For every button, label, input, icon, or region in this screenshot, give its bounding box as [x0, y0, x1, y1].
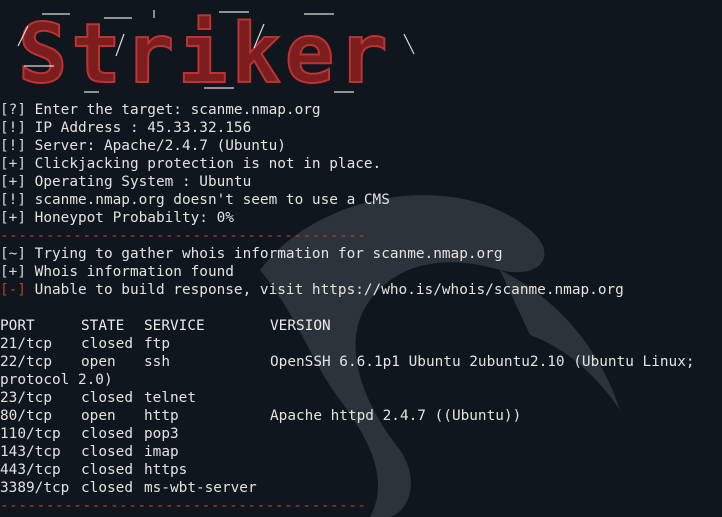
- service-cell: imap: [144, 444, 179, 460]
- error-tag: [-]: [0, 282, 26, 298]
- success-tag: [+]: [0, 264, 26, 280]
- line-text: Trying to gather whois information for s…: [26, 246, 503, 262]
- prompt-tag: [?]: [0, 102, 26, 118]
- line-text: Unable to build response, visit https://…: [26, 282, 624, 298]
- progress-tag: [~]: [0, 246, 26, 262]
- line-text: Operating System : Ubuntu: [26, 174, 252, 190]
- output-line: [+] Operating System : Ubuntu: [0, 173, 722, 191]
- table-row-continuation: protocol 2.0): [0, 372, 113, 388]
- striker-ascii-logo-icon: Striker: [17, 6, 415, 103]
- state-cell: closed: [81, 336, 133, 352]
- output-line: [?] Enter the target: scanme.nmap.org: [0, 101, 722, 119]
- table-row: 110/tcp closed pop3: [0, 425, 722, 443]
- state-cell: closed: [81, 390, 133, 406]
- table-row: 143/tcp closed imap: [0, 443, 722, 461]
- info-tag: [!]: [0, 138, 26, 154]
- output-line: [+] Whois information found: [0, 263, 722, 281]
- version-cell: OpenSSH 6.6.1p1 Ubuntu 2ubuntu2.10 (Ubun…: [270, 354, 695, 370]
- line-text: IP Address : 45.33.32.156: [26, 120, 252, 136]
- output-line: [~] Trying to gather whois information f…: [0, 245, 722, 263]
- header-version: VERSION: [270, 318, 331, 334]
- port-cell: 143/tcp: [0, 444, 61, 460]
- service-cell: telnet: [144, 390, 196, 406]
- service-cell: pop3: [144, 426, 179, 442]
- table-row: 3389/tcp closed ms-wbt-server: [0, 479, 722, 497]
- line-text: Honeypot Probabilty: 0%: [26, 210, 234, 226]
- output-line: [!] IP Address : 45.33.32.156: [0, 119, 722, 137]
- port-table: PORT STATE SERVICE VERSION 21/tcp closed ftp …: [0, 317, 722, 497]
- output-line: [!] scanme.nmap.org doesn't seem to use …: [0, 191, 722, 209]
- service-cell: http: [144, 408, 179, 424]
- table-row: 22/tcp open ssh OpenSSH 6.6.1p1 Ubuntu 2ubu…: [0, 353, 722, 371]
- output-line: [+] Honeypot Probabilty: 0%: [0, 209, 722, 227]
- line-text: Clickjacking protection is not in place.: [26, 156, 382, 172]
- whois-section: [~] Trying to gather whois information f…: [0, 245, 722, 299]
- port-cell: 3389/tcp: [0, 480, 70, 496]
- striker-logo: Striker: [4, 4, 434, 104]
- table-row: 80/tcp open http Apache httpd 2.4.7 ((Ubunt…: [0, 407, 722, 425]
- header-state: STATE: [81, 318, 125, 334]
- intro-section: [?] Enter the target: scanme.nmap.org [!…: [0, 101, 722, 227]
- state-cell: closed: [81, 462, 133, 478]
- port-table-header: PORT STATE SERVICE VERSION: [0, 317, 722, 335]
- version-cell: Apache httpd 2.4.7 ((Ubuntu)): [270, 408, 522, 424]
- success-tag: [+]: [0, 156, 26, 172]
- state-cell: open: [81, 354, 116, 370]
- port-cell: 21/tcp: [0, 336, 52, 352]
- port-cell: 22/tcp: [0, 354, 52, 370]
- service-cell: ftp: [144, 336, 170, 352]
- header-service: SERVICE: [144, 318, 205, 334]
- state-cell: closed: [81, 426, 133, 442]
- info-tag: [!]: [0, 192, 26, 208]
- service-cell: ms-wbt-server: [144, 480, 257, 496]
- output-line: [-] Unable to build response, visit http…: [0, 281, 722, 299]
- line-text: Enter the target: scanme.nmap.org: [26, 102, 321, 118]
- state-cell: closed: [81, 444, 133, 460]
- service-cell: ssh: [144, 354, 170, 370]
- table-row: 443/tcp closed https: [0, 461, 722, 479]
- port-cell: 23/tcp: [0, 390, 52, 406]
- port-cell: 110/tcp: [0, 426, 61, 442]
- service-cell: https: [144, 462, 188, 478]
- info-tag: [!]: [0, 120, 26, 136]
- terminal-output: [?] Enter the target: scanme.nmap.org [!…: [0, 101, 722, 515]
- separator-line: ----------------------------------------: [0, 498, 367, 514]
- success-tag: [+]: [0, 174, 26, 190]
- success-tag: [+]: [0, 210, 26, 226]
- output-line: [!] Server: Apache/2.4.7 (Ubuntu): [0, 137, 722, 155]
- table-row: 23/tcp closed telnet: [0, 389, 722, 407]
- state-cell: closed: [81, 480, 133, 496]
- output-line: [+] Clickjacking protection is not in pl…: [0, 155, 722, 173]
- port-cell: 80/tcp: [0, 408, 52, 424]
- state-cell: open: [81, 408, 116, 424]
- header-port: PORT: [0, 318, 35, 334]
- svg-text:Striker: Striker: [18, 7, 392, 100]
- line-text: Whois information found: [26, 264, 234, 280]
- table-row: 21/tcp closed ftp: [0, 335, 722, 353]
- line-text: scanme.nmap.org doesn't seem to use a CM…: [26, 192, 390, 208]
- separator-line: ----------------------------------------: [0, 228, 367, 244]
- port-cell: 443/tcp: [0, 462, 61, 478]
- line-text: Server: Apache/2.4.7 (Ubuntu): [26, 138, 286, 154]
